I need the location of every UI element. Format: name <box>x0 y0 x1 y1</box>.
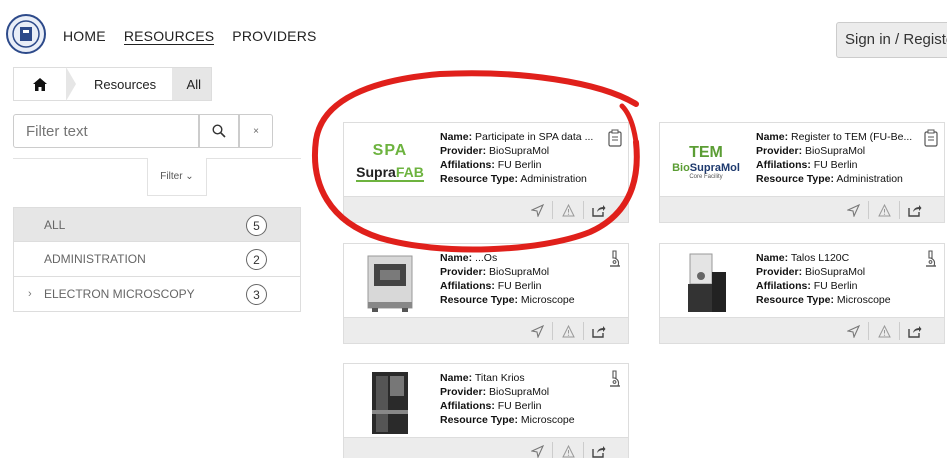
paper-plane-icon <box>846 203 860 217</box>
breadcrumb-home[interactable] <box>14 68 66 100</box>
category-electron-microscopy[interactable]: › ELECTRON MICROSCOPY 3 <box>13 277 301 312</box>
sign-in-button[interactable]: Sign in / Registe <box>836 22 947 58</box>
share-icon <box>908 204 922 217</box>
clipboard-icon <box>608 129 622 147</box>
resource-card[interactable]: Name: Talos L120C Provider: BioSupraMol … <box>659 243 945 344</box>
nav-providers[interactable]: PROVIDERS <box>232 28 316 45</box>
filter-text-input[interactable] <box>13 114 199 148</box>
resource-name: Participate in SPA data ... <box>475 131 594 143</box>
category-label: ALL <box>44 217 66 232</box>
chevron-right-icon[interactable]: › <box>28 288 32 300</box>
breadcrumb-resources[interactable]: Resources <box>76 77 172 92</box>
paper-plane-icon <box>846 324 860 338</box>
microscope-icon <box>610 250 620 267</box>
share-button[interactable] <box>906 322 924 340</box>
category-label: ELECTRON MICROSCOPY <box>44 287 195 301</box>
nav-home[interactable]: HOME <box>63 28 106 45</box>
share-button[interactable] <box>590 201 608 219</box>
report-issue-button[interactable] <box>875 201 893 219</box>
paper-plane-icon <box>530 203 544 217</box>
category-count-badge: 5 <box>246 215 267 236</box>
resource-info: Name: ...Os Provider: BioSupraMol Affila… <box>440 252 575 306</box>
resource-info: Name: Participate in SPA data ... Provid… <box>440 131 594 185</box>
clipboard-icon <box>924 129 938 147</box>
search-button[interactable] <box>199 114 239 148</box>
resource-name: ...Os <box>475 252 498 264</box>
resource-name: Register to TEM (FU-Be... <box>791 131 913 143</box>
warning-icon <box>561 203 575 216</box>
university-seal-logo[interactable] <box>6 14 46 54</box>
main-nav: HOME RESOURCES PROVIDERS <box>63 28 317 45</box>
filter-toggle-tab[interactable]: Filter ⌄ <box>147 158 207 196</box>
send-request-button[interactable] <box>528 322 546 340</box>
breadcrumb: Resources All <box>13 67 212 101</box>
page: { "nav": { "items": [ {"label": "HOME", … <box>0 0 947 458</box>
resource-name: Titan Krios <box>474 372 525 384</box>
resource-thumbnail <box>350 252 430 314</box>
resource-thumbnail <box>350 372 430 434</box>
resource-thumbnail: SPA SupraFAB <box>356 142 424 182</box>
clear-filter-button[interactable]: × <box>239 114 273 148</box>
send-request-button[interactable] <box>528 442 546 458</box>
category-all[interactable]: ALL 5 <box>13 207 301 242</box>
report-issue-button[interactable] <box>559 442 577 458</box>
category-count-badge: 3 <box>246 284 267 305</box>
category-label: ADMINISTRATION <box>44 252 146 266</box>
resource-name: Talos L120C <box>790 252 850 264</box>
breadcrumb-all: All <box>172 68 211 100</box>
breadcrumb-separator <box>66 67 76 101</box>
resource-thumbnail: TEM BioSupraMol Core Facility <box>672 144 740 180</box>
share-icon <box>592 204 606 217</box>
resource-info: Name: Titan Krios Provider: BioSupraMol … <box>440 372 575 426</box>
resource-thumbnail <box>666 252 746 314</box>
send-request-button[interactable] <box>844 201 862 219</box>
paper-plane-icon <box>530 444 544 458</box>
warning-icon <box>877 324 891 337</box>
share-button[interactable] <box>590 322 608 340</box>
share-icon <box>908 325 922 338</box>
category-administration[interactable]: ADMINISTRATION 2 <box>13 242 301 277</box>
share-icon <box>592 325 606 338</box>
report-issue-button[interactable] <box>559 201 577 219</box>
resource-card[interactable]: SPA SupraFAB Name: Participate in SPA da… <box>343 122 629 223</box>
resource-card[interactable]: Name: ...Os Provider: BioSupraMol Affila… <box>343 243 629 344</box>
home-icon <box>33 77 47 91</box>
microscope-icon <box>610 370 620 387</box>
paper-plane-icon <box>530 324 544 338</box>
share-button[interactable] <box>906 201 924 219</box>
resource-card[interactable]: Name: Titan Krios Provider: BioSupraMol … <box>343 363 629 458</box>
resource-info: Name: Talos L120C Provider: BioSupraMol … <box>756 252 891 306</box>
search-icon <box>212 124 226 138</box>
send-request-button[interactable] <box>844 322 862 340</box>
warning-icon <box>561 444 575 457</box>
microscope-icon <box>926 250 936 267</box>
resource-info: Name: Register to TEM (FU-Be... Provider… <box>756 131 913 185</box>
category-count-badge: 2 <box>246 249 267 270</box>
share-button[interactable] <box>590 442 608 458</box>
share-icon <box>592 445 606 458</box>
nav-resources[interactable]: RESOURCES <box>123 28 215 45</box>
warning-icon <box>561 324 575 337</box>
report-issue-button[interactable] <box>875 322 893 340</box>
category-list: ALL 5 ADMINISTRATION 2 › ELECTRON MICROS… <box>13 207 301 312</box>
report-issue-button[interactable] <box>559 322 577 340</box>
send-request-button[interactable] <box>528 201 546 219</box>
resource-card[interactable]: TEM BioSupraMol Core Facility Name: Regi… <box>659 122 945 223</box>
warning-icon <box>877 203 891 216</box>
